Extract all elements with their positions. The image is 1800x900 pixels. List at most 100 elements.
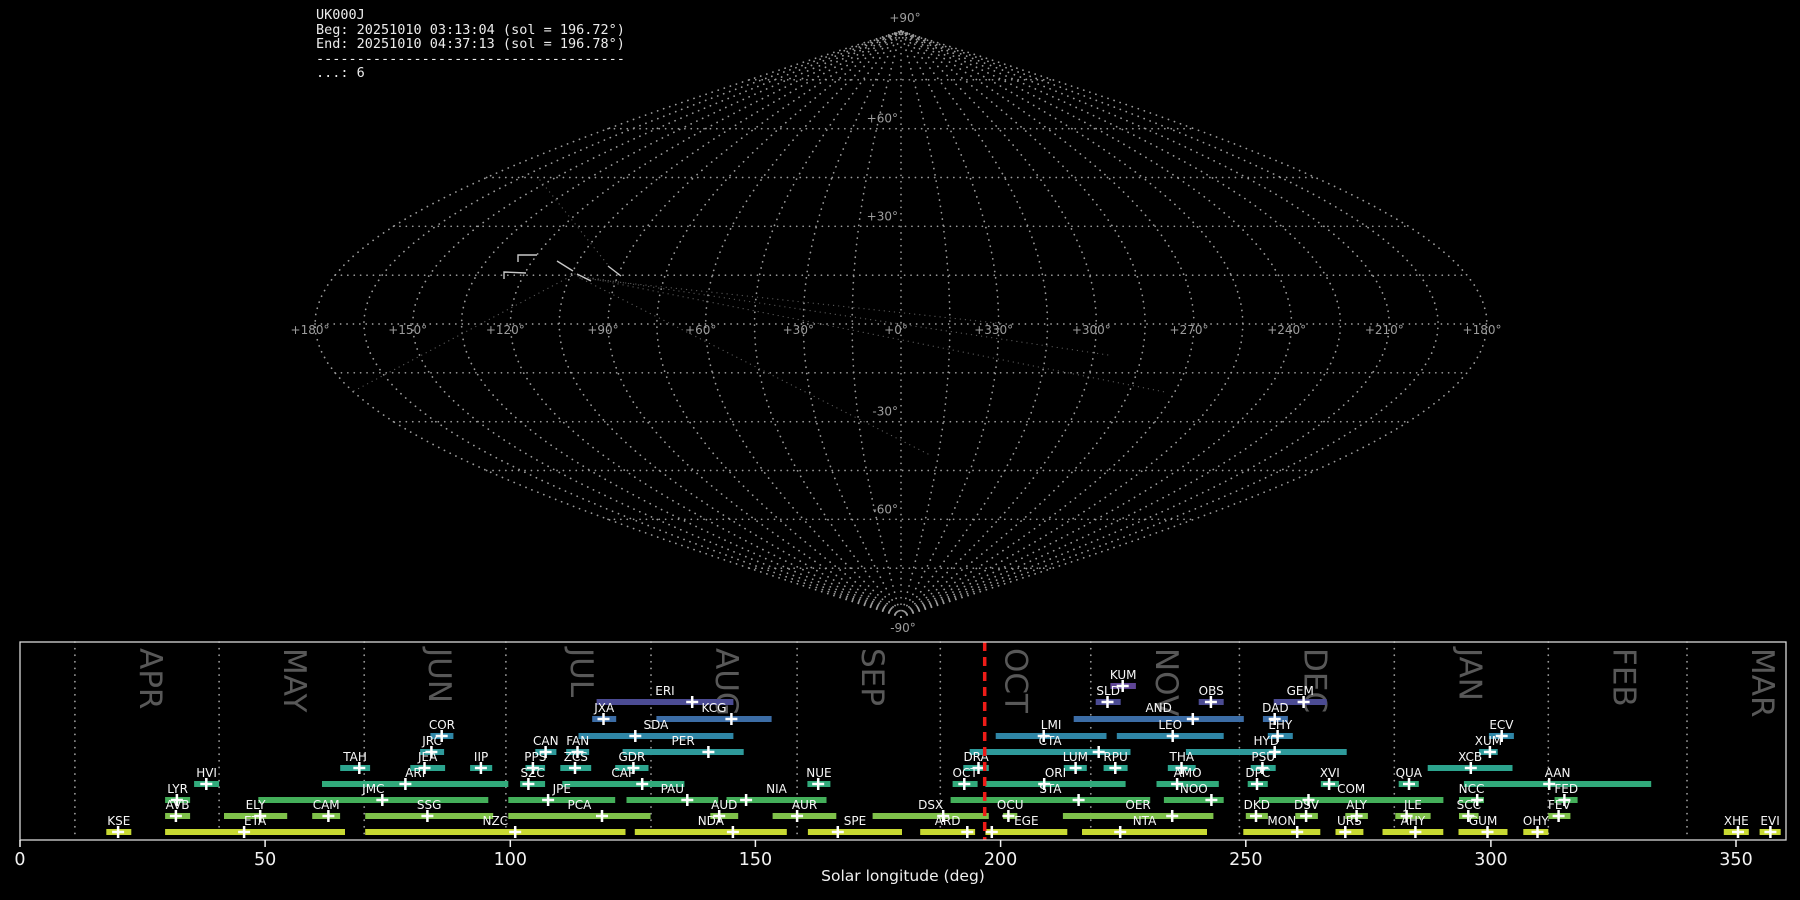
shower-code-label: NUE [806, 766, 831, 780]
meteor-trail-line [581, 278, 931, 456]
shower-code-label: SZC [520, 766, 544, 780]
latitude-label: +30° [867, 209, 898, 223]
longitude-label: +0° [884, 323, 908, 337]
shower-code-label: LYR [167, 782, 188, 796]
shower-code-label: CAP [611, 766, 635, 780]
shower-code-label: KCG [702, 701, 727, 715]
shower-code-label: ARD [935, 814, 961, 828]
shower-activity-bar [872, 813, 989, 819]
shower-dkd: DKD [1244, 798, 1270, 822]
shower-code-label: PSU [1251, 750, 1275, 764]
shower-code-label: AUD [711, 798, 737, 812]
meteor-trail-line [351, 273, 576, 393]
shower-code-label: EVI [1760, 814, 1779, 828]
shower-code-label: DSX [918, 798, 943, 812]
shower-code-label: FAN [566, 734, 589, 748]
shower-activity-bar [626, 797, 719, 803]
x-axis: 0 50 100 150 200 250 300 350 [14, 840, 1753, 870]
shower-code-label: OCU [997, 798, 1024, 812]
shower-peak-marker [1114, 826, 1127, 838]
shower-code-label: HVI [196, 766, 217, 780]
shower-code-label: OBS [1199, 684, 1224, 698]
meteor-trail-extensions [351, 179, 1166, 456]
longitude-label: +60° [685, 323, 716, 337]
x-axis-title: Solar longitude (deg) [821, 867, 985, 885]
shower-nue: NUE [806, 766, 832, 790]
x-axis-tick-label: 300 [1474, 850, 1507, 870]
shower-peak-marker [702, 746, 715, 758]
month-label: SEP [854, 648, 890, 706]
shower-code-label: KSE [107, 814, 130, 828]
shower-lum: LUM [1063, 750, 1088, 774]
shower-ohy: OHY [1523, 814, 1549, 838]
shower-sld: SLD [1095, 684, 1121, 708]
shower-code-label: FEV [1548, 798, 1571, 812]
shower-code-label: ELY [246, 798, 267, 812]
shower-code-label: DSV [1294, 798, 1320, 812]
sky-grid-meridian [607, 30, 902, 618]
shower-code-label: RPU [1103, 750, 1127, 764]
shower-activity-bar [1243, 829, 1321, 835]
shower-code-label: AVB [166, 798, 190, 812]
shower-xhe: XHE [1723, 814, 1749, 838]
shower-code-label: MON [1267, 814, 1296, 828]
shower-code-label: CTA [1039, 734, 1063, 748]
shower-code-label: ALY [1346, 798, 1367, 812]
shower-qua: QUA [1396, 766, 1423, 790]
x-axis-tick-label: 200 [984, 850, 1017, 870]
shower-code-label: NTA [1133, 814, 1157, 828]
x-axis-tick-label: 250 [1229, 850, 1262, 870]
shower-code-label: XUM [1475, 734, 1502, 748]
shower-peak-marker [636, 778, 649, 790]
shower-peak-marker [726, 826, 739, 838]
shower-zcs: ZCS [560, 750, 592, 774]
shower-code-label: STA [1039, 782, 1062, 796]
meteor-trail-line [577, 275, 1109, 356]
shower-xcb: XCB [1427, 750, 1513, 774]
shower-peak-marker [961, 826, 974, 838]
shower-activity-bar [656, 716, 772, 722]
sky-radiant-map: +180° +150° +120° +90° +60° +30° +0° +330° +300°… [291, 11, 1502, 635]
shower-dsv: DSV [1294, 798, 1320, 822]
month-label: JAN [1451, 646, 1487, 701]
longitude-label: +90° [587, 323, 618, 337]
shower-code-label: SCC [1457, 798, 1481, 812]
latitude-label: +60° [867, 112, 898, 126]
shower-code-label: PCA [567, 798, 592, 812]
month-label: JUL [563, 646, 599, 698]
shower-tah: TAH [340, 750, 371, 774]
meteor-observation-app: { "header": { "station": "UK000J", "beg"… [0, 0, 1800, 900]
shower-code-label: JXA [593, 701, 615, 715]
shower-code-label: NIA [766, 782, 788, 796]
shower-ege: EGE [985, 814, 1068, 838]
shower-rpu: RPU [1103, 750, 1128, 774]
longitude-label: +150° [388, 323, 427, 337]
latitude-label: +90° [889, 11, 920, 25]
shower-bars: KUM ERI SLD OBS GEM JXA KCG AND DAD COR SDA LMI LEO E… [106, 668, 1781, 838]
shower-activity-bar [322, 781, 509, 787]
shower-code-label: THA [1169, 750, 1195, 764]
shower-code-label: OCT [953, 766, 979, 780]
x-axis-tick-label: 50 [254, 850, 276, 870]
shower-code-label: DAD [1262, 701, 1288, 715]
longitude-label: +180° [291, 323, 330, 337]
sky-grid-labels: +180° +150° +120° +90° +60° +30° +0° +330° +300°… [291, 11, 1502, 635]
shower-activity-bar [165, 829, 345, 835]
shower-code-label: SDA [643, 718, 669, 732]
shower-activity-bar [950, 797, 1151, 803]
meteor-streaks [503, 254, 622, 282]
shower-cam: CAM [312, 798, 341, 822]
shower-activity-bar [772, 813, 837, 819]
shower-code-label: AHY [1401, 814, 1426, 828]
sky-and-activity-figure: +180° +150° +120° +90° +60° +30° +0° +330° +300°… [14, 11, 1787, 885]
shower-code-label: ETA [244, 814, 267, 828]
shower-code-label: JLE [1403, 798, 1422, 812]
shower-code-label: DPC [1245, 766, 1270, 780]
shower-code-label: ZCS [564, 750, 588, 764]
shower-code-label: PAU [661, 782, 684, 796]
x-axis-tick-label: 0 [14, 850, 25, 870]
latitude-label: -90° [890, 621, 916, 635]
shower-fev: FEV [1548, 798, 1571, 822]
shower-code-label: PER [672, 734, 695, 748]
month-label: MAY [276, 648, 312, 713]
